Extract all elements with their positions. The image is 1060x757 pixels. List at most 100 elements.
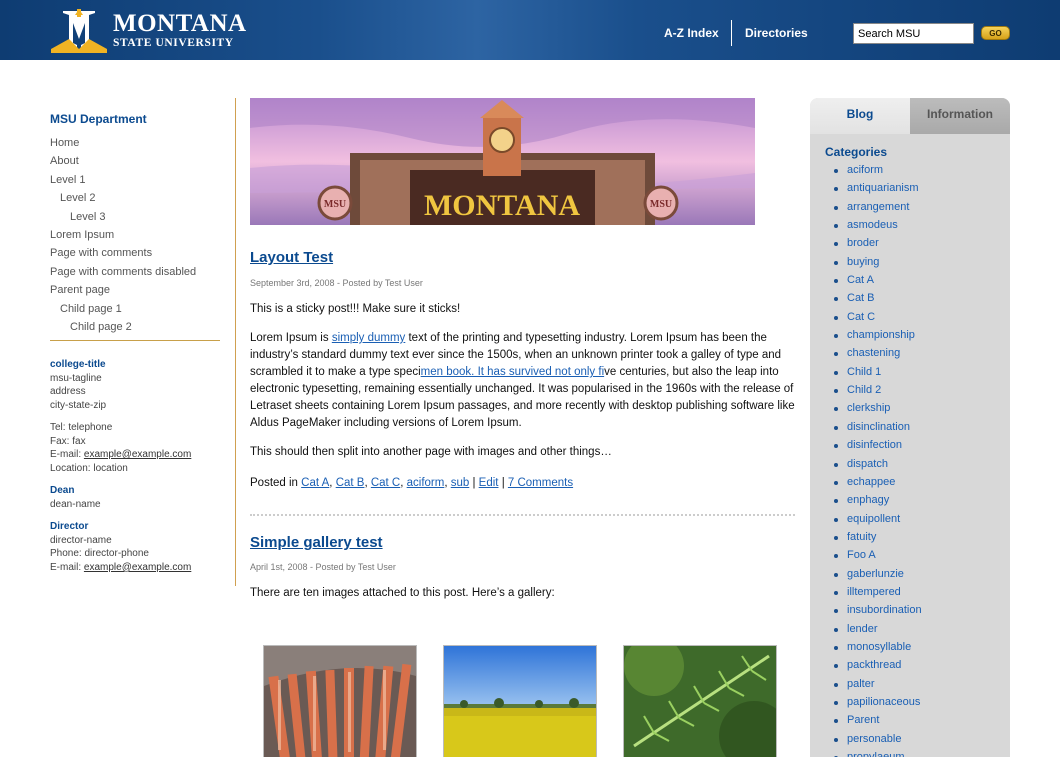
category-link-illtempered[interactable]: illtempered xyxy=(847,586,901,598)
logo-wordmark-line1: MONTANA xyxy=(113,10,247,38)
sidebar-item-page-with-comments[interactable]: Page with comments xyxy=(50,244,220,262)
category-item: enphagy xyxy=(825,491,1005,509)
post-meta: April 1st, 2008 - Posted by Test User xyxy=(250,562,396,572)
gallery-image-2 xyxy=(444,646,596,757)
category-item: disinfection xyxy=(825,436,1005,454)
director-email-label: E-mail: xyxy=(50,561,84,573)
category-link-championship[interactable]: championship xyxy=(847,329,915,341)
category-link[interactable]: aciform xyxy=(407,477,445,489)
sidebar-item-child-page-1[interactable]: Child page 1 xyxy=(50,300,220,318)
category-item: fatuity xyxy=(825,528,1005,546)
gallery-thumb-1[interactable] xyxy=(263,645,417,757)
sidebar-item-parent-page[interactable]: Parent page xyxy=(50,281,220,299)
sidebar-item-child-page-2[interactable]: Child page 2 xyxy=(50,318,220,336)
dean-heading: Dean xyxy=(50,485,75,497)
category-link-child-1[interactable]: Child 1 xyxy=(847,366,881,378)
category-item: Child 1 xyxy=(825,363,1005,381)
category-link[interactable]: Cat B xyxy=(336,477,365,489)
category-link-aciform[interactable]: aciform xyxy=(847,164,883,176)
category-link-echappee[interactable]: echappee xyxy=(847,476,895,488)
gallery-thumb-3[interactable] xyxy=(623,636,789,757)
category-link-disinfection[interactable]: disinfection xyxy=(847,439,902,451)
inline-link-specimen[interactable]: men book. It has survived not only fi xyxy=(421,366,604,378)
category-link-propylaeum[interactable]: propylaeum xyxy=(847,751,904,757)
category-link-palter[interactable]: palter xyxy=(847,678,875,690)
category-link-antiquarianism[interactable]: antiquarianism xyxy=(847,182,919,194)
category-link-child-2[interactable]: Child 2 xyxy=(847,384,881,396)
category-link-parent[interactable]: Parent xyxy=(847,714,879,726)
category-link-packthread[interactable]: packthread xyxy=(847,659,901,671)
category-link-cat-c[interactable]: Cat C xyxy=(847,311,875,323)
sidebar-item-level-1[interactable]: Level 1 xyxy=(50,171,220,189)
main-content: MSU MSU MONTANA Layout Test September 3r… xyxy=(250,98,795,602)
category-link-arrangement[interactable]: arrangement xyxy=(847,201,909,213)
sidebar-item-level-2[interactable]: Level 2 xyxy=(50,189,220,207)
category-item: packthread xyxy=(825,656,1005,674)
category-link[interactable]: Cat A xyxy=(301,477,329,489)
category-item: palter xyxy=(825,675,1005,693)
category-link-enphagy[interactable]: enphagy xyxy=(847,494,889,506)
nav-directories[interactable]: Directories xyxy=(745,26,808,40)
tab-blog[interactable]: Blog xyxy=(810,98,910,134)
tab-information[interactable]: Information xyxy=(910,98,1010,134)
director-email-link[interactable]: example@example.com xyxy=(84,562,191,573)
category-link-disinclination[interactable]: disinclination xyxy=(847,421,910,433)
banner-emblem-right: MSU xyxy=(650,199,672,210)
email-label: E-mail: xyxy=(50,449,84,461)
category-link-equipollent[interactable]: equipollent xyxy=(847,513,900,525)
category-item: Cat C xyxy=(825,308,1005,326)
city-state-zip: city-state-zip xyxy=(50,399,107,411)
category-link-gaberlunzie[interactable]: gaberlunzie xyxy=(847,568,904,580)
category-link-cat-a[interactable]: Cat A xyxy=(847,274,874,286)
category-item: propylaeum xyxy=(825,748,1005,757)
category-link-lender[interactable]: lender xyxy=(847,623,878,635)
category-link-monosyllable[interactable]: monosyllable xyxy=(847,641,911,653)
email-line: E-mail: example@example.com xyxy=(50,448,220,462)
inline-link-simply-dummy[interactable]: simply dummy xyxy=(332,332,405,344)
sidebar-item-home[interactable]: Home xyxy=(50,134,220,152)
email-link[interactable]: example@example.com xyxy=(84,449,191,460)
location: Location: location xyxy=(50,462,128,474)
nav-az-index[interactable]: A-Z Index xyxy=(664,26,719,40)
category-link-dispatch[interactable]: dispatch xyxy=(847,458,888,470)
sidebar-item-about[interactable]: About xyxy=(50,152,220,170)
sidebar-item-lorem-ipsum[interactable]: Lorem Ipsum xyxy=(50,226,220,244)
category-link-fatuity[interactable]: fatuity xyxy=(847,531,876,543)
site-header: MONTANA STATE UNIVERSITY A-Z Index Direc… xyxy=(0,0,1060,60)
category-link-chastening[interactable]: chastening xyxy=(847,347,900,359)
category-link-asmodeus[interactable]: asmodeus xyxy=(847,219,898,231)
category-item: echappee xyxy=(825,473,1005,491)
director-name: director-name xyxy=(50,534,112,546)
search-go-button[interactable]: GO xyxy=(981,26,1010,40)
category-item: Child 2 xyxy=(825,381,1005,399)
category-item: aciform xyxy=(825,161,1005,179)
category-link[interactable]: Cat C xyxy=(371,477,400,489)
comments-link[interactable]: 7 Comments xyxy=(508,477,573,489)
category-link-personable[interactable]: personable xyxy=(847,733,901,745)
edit-link[interactable]: Edit xyxy=(479,477,499,489)
category-link-buying[interactable]: buying xyxy=(847,256,879,268)
gallery-thumb-2[interactable] xyxy=(443,645,597,757)
category-item: broder xyxy=(825,234,1005,252)
category-link-papilionaceous[interactable]: papilionaceous xyxy=(847,696,920,708)
sidebar-item-level-3[interactable]: Level 3 xyxy=(50,208,220,226)
category-link-foo-a[interactable]: Foo A xyxy=(847,549,876,561)
post-title[interactable]: Layout Test xyxy=(250,249,333,266)
sidebar-item-page-with-comments-disabled[interactable]: Page with comments disabled xyxy=(50,263,220,281)
category-link-clerkship[interactable]: clerkship xyxy=(847,402,890,414)
post-title[interactable]: Simple gallery test xyxy=(250,534,383,551)
category-item: dispatch xyxy=(825,455,1005,473)
post-body: Lorem Ipsum is simply dummy text of the … xyxy=(250,332,795,429)
msu-logo[interactable]: MONTANA STATE UNIVERSITY xyxy=(51,8,247,53)
fax: Fax: fax xyxy=(50,435,86,447)
gallery-image-3 xyxy=(624,636,789,757)
category-link-cat-b[interactable]: Cat B xyxy=(847,292,875,304)
category-link-broder[interactable]: broder xyxy=(847,237,879,249)
gallery-intro: There are ten images attached to this po… xyxy=(250,587,555,599)
search-input[interactable] xyxy=(853,23,974,44)
category-link[interactable]: sub xyxy=(451,477,470,489)
category-item: arrangement xyxy=(825,198,1005,216)
category-link-insubordination[interactable]: insubordination xyxy=(847,604,922,616)
sidebar-divider xyxy=(50,340,220,342)
department-title[interactable]: MSU Department xyxy=(50,112,220,134)
